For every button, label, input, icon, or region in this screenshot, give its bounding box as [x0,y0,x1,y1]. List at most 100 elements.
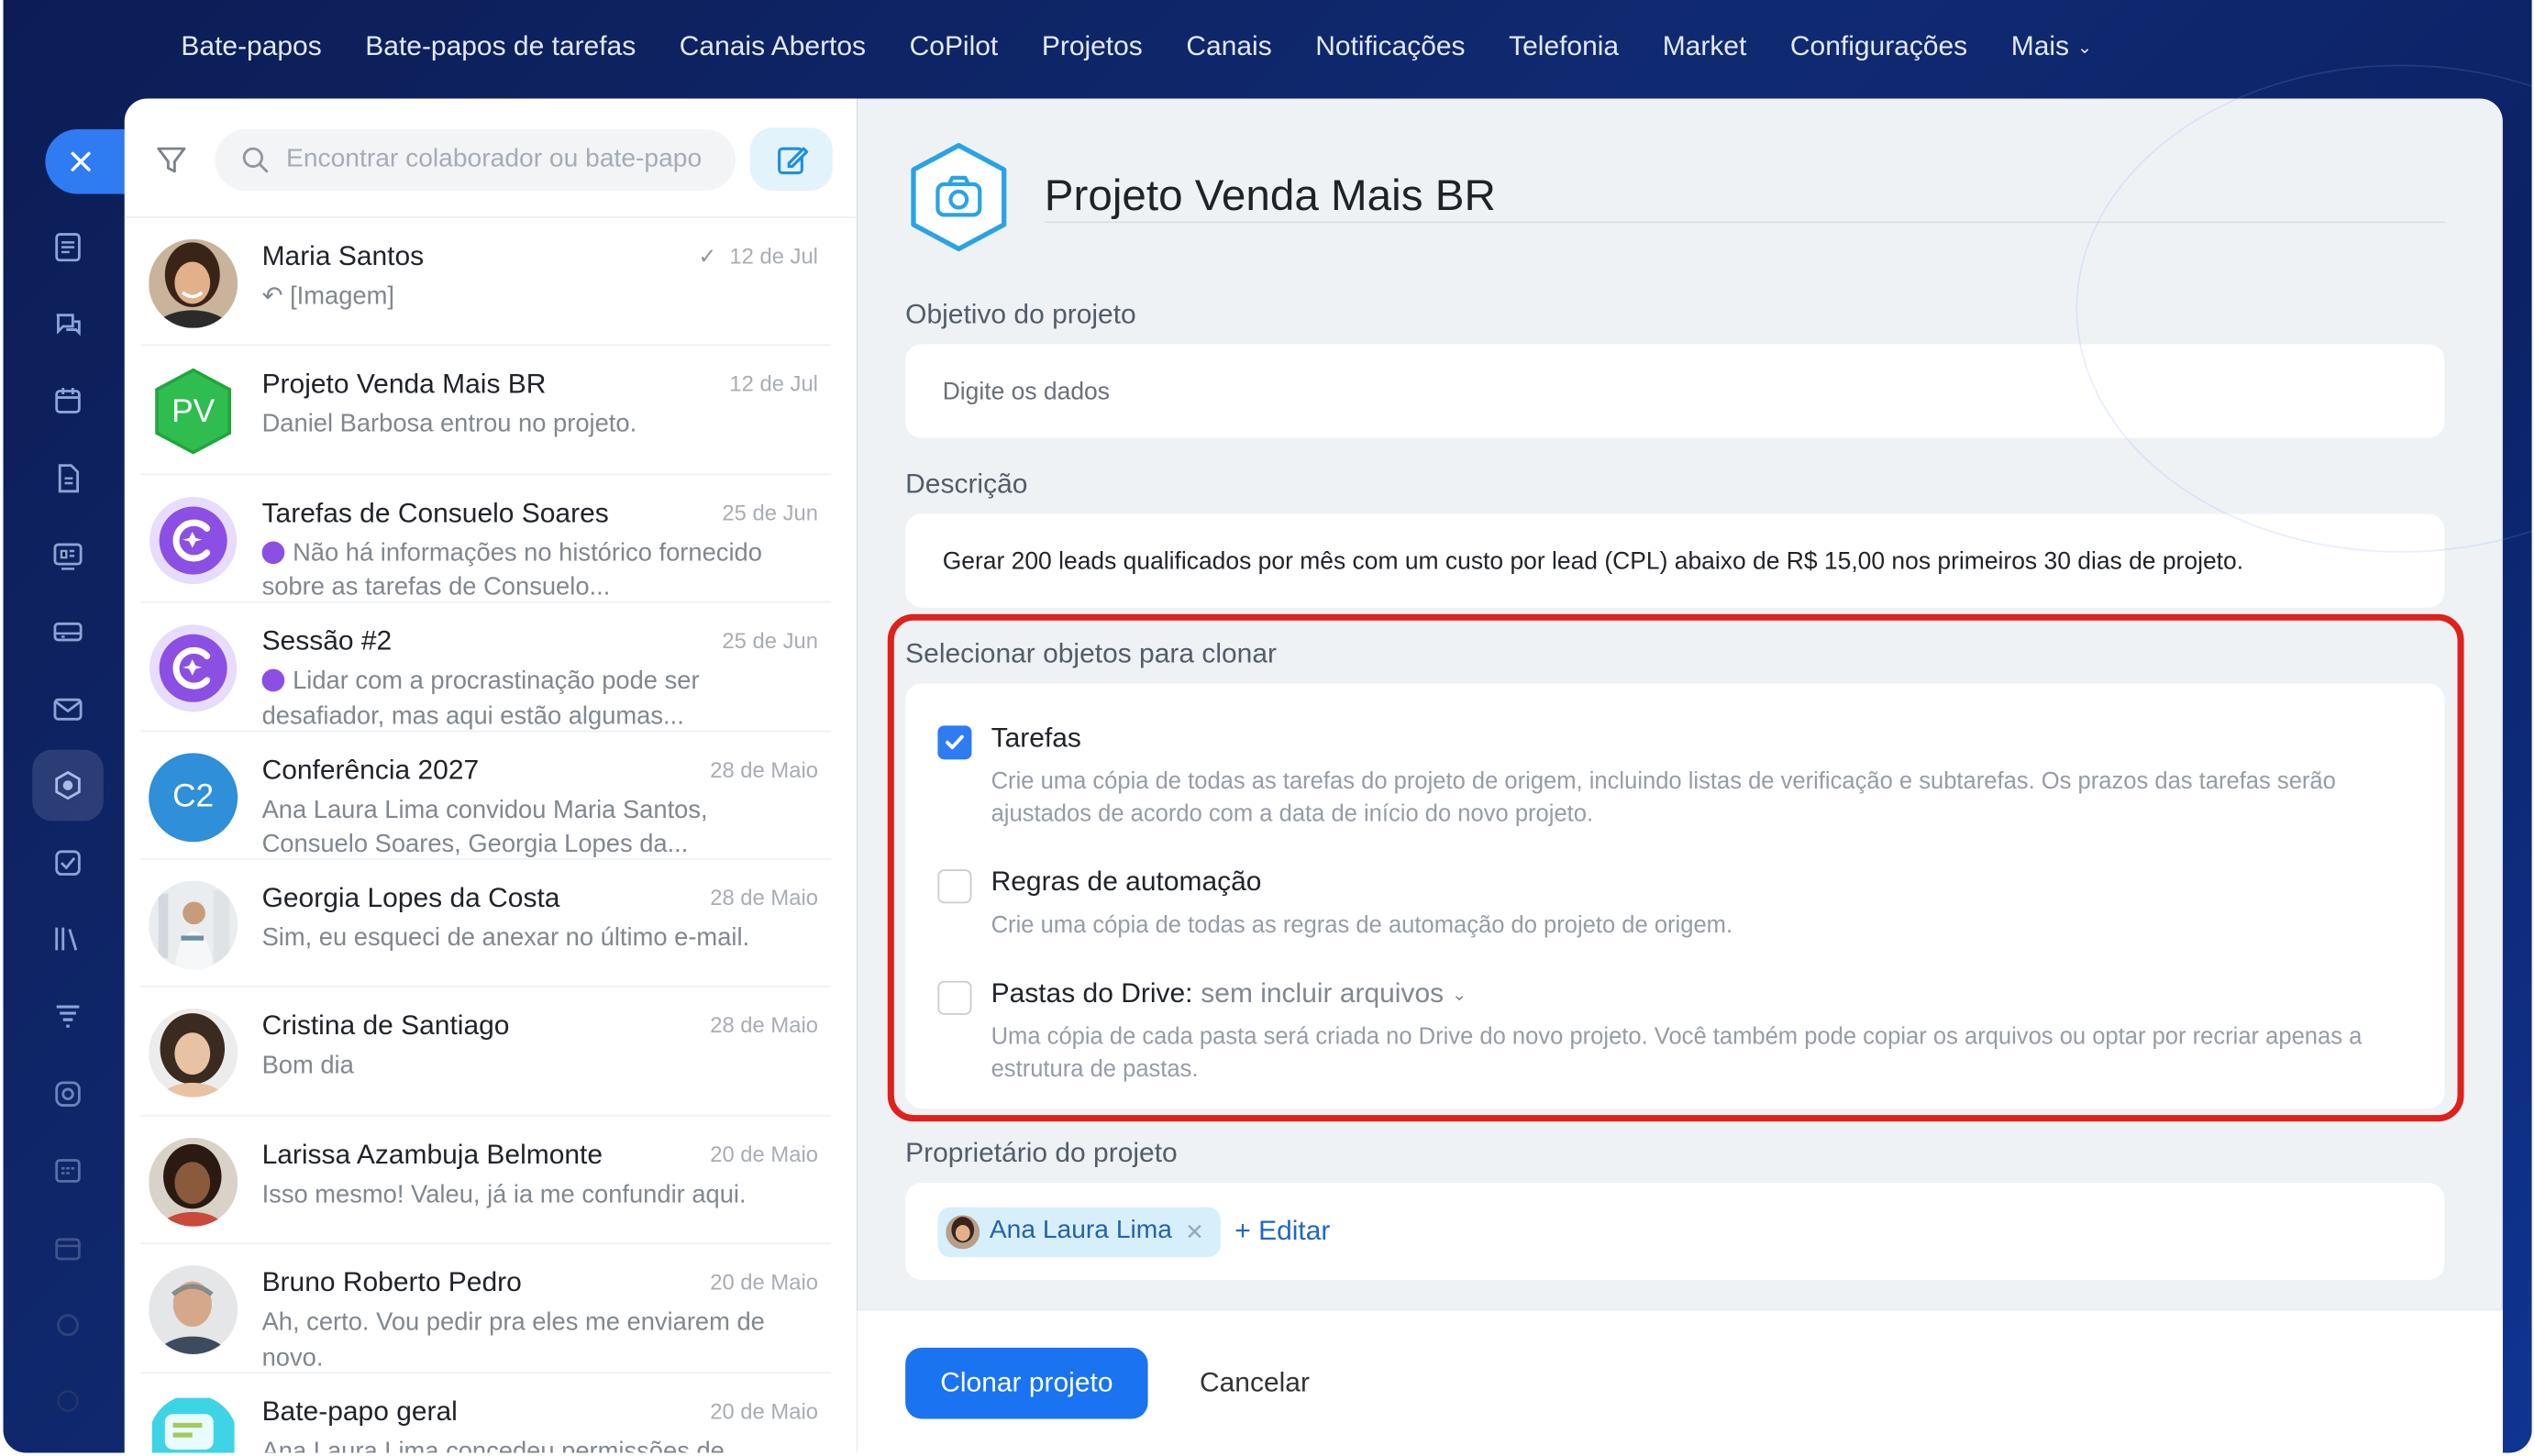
new-chat-button[interactable] [749,127,833,191]
chat-date: 20 de Maio [710,1398,818,1423]
drive-mode-dropdown[interactable]: sem incluir arquivos ⌄ [1201,977,1467,1008]
owner-chip[interactable]: Ana Laura Lima ✕ [937,1206,1221,1257]
chat-preview-text: Não há informações no histórico fornecid… [261,539,762,602]
cancel-button[interactable]: Cancelar [1180,1348,1329,1419]
chat-preview: Lidar com a procrastinação pode ser desa… [261,665,796,734]
crm-icon[interactable] [47,611,89,653]
chat-item-maria-santos[interactable]: Maria Santos ✓ 12 de Jul ↶ [Imagem] [125,218,858,347]
nav-copilot[interactable]: CoPilot [888,28,1020,66]
chat-item-bate-papo-geral[interactable]: Bate-papo geral 20 de Maio Ana Laura Lim… [125,1373,858,1453]
option-title[interactable]: Tarefas [991,722,1081,755]
chat-preview: Não há informações no histórico fornecid… [261,536,796,606]
settings-icon[interactable] [47,1304,89,1346]
chat-title: Conferência 2027 [261,754,480,785]
chat-date: 28 de Maio [710,1013,818,1039]
chat-date: 20 de Maio [710,1142,818,1167]
search-input[interactable] [286,145,723,175]
nav-configuracoes[interactable]: Configurações [1768,28,1989,66]
schedule-icon[interactable] [47,1149,89,1191]
nav-telefonia[interactable]: Telefonia [1487,28,1641,66]
document-icon[interactable] [47,458,89,500]
mail-icon[interactable] [47,689,89,731]
nav-mais[interactable]: Mais ⌄ [1989,28,2114,66]
copilot-icon [149,624,238,713]
top-navigation: Bate-papos Bate-papos de tarefas Canais … [181,28,2113,66]
app-window: Bate-papos Bate-papos de tarefas Canais … [3,0,2532,1453]
calendar-icon[interactable] [47,380,89,422]
chat-item-tarefas-consuelo[interactable]: Tarefas de Consuelo Soares 25 de Jun Não… [125,475,858,606]
chat-preview-text: [Imagem] [290,282,394,311]
chat-title: Tarefas de Consuelo Soares [261,497,609,528]
description-field[interactable]: Gerar 200 leads qualificados por mês com… [905,513,2445,608]
option-description: Uma cópia de cada pasta será criada no D… [991,1024,2363,1083]
remove-owner-icon[interactable]: ✕ [1185,1218,1204,1245]
chat-item-conferencia-2027[interactable]: C2 Conferência 2027 28 de Maio Ana Laura… [125,732,858,861]
option-title[interactable]: Pastas do Drive: sem incluir arquivos ⌄ [991,977,1467,1009]
chat-preview-text: Lidar com a procrastinação pode ser desa… [261,667,700,731]
nav-canais[interactable]: Canais [1165,28,1294,66]
nav-bate-papos-tarefas[interactable]: Bate-papos de tarefas [344,28,658,66]
nav-canais-abertos[interactable]: Canais Abertos [658,28,888,66]
avatar [149,238,238,328]
boards-icon[interactable] [47,535,89,577]
chat-item-cristina-santiago[interactable]: Cristina de Santiago 28 de Maio Bom dia [125,987,858,1118]
filter-icon[interactable] [153,142,189,178]
clone-project-button[interactable]: Clonar projeto [905,1347,1148,1419]
search-icon [242,147,269,173]
avatar [149,880,238,970]
chat-title: Georgia Lopes da Costa [261,882,560,913]
nav-bate-papos[interactable]: Bate-papos [181,28,343,66]
drive-checkbox[interactable] [937,980,972,1015]
groups-icon[interactable] [47,765,89,807]
option-title[interactable]: Regras de automação [991,866,1262,899]
reply-icon: ↶ [261,282,291,311]
objective-field[interactable] [905,344,2445,438]
chat-preview: Sim, eu esqueci de anexar no último e-ma… [261,924,750,953]
copilot-mini-icon [261,668,285,692]
chat-date: ✓ 12 de Jul [698,244,818,270]
clone-project-form: Projeto Venda Mais BR Objetivo do projet… [857,98,2503,1453]
tasks-icon[interactable] [47,842,89,884]
chat-item-georgia-lopes[interactable]: Georgia Lopes da Costa 28 de Maio Sim, e… [125,860,858,989]
nav-projetos[interactable]: Projetos [1020,28,1165,66]
avatar: PV [149,368,238,457]
edit-owner-link[interactable]: + Editar [1234,1215,1330,1247]
chat-date: 25 de Jun [722,628,818,654]
chat-title: Bate-papo geral [261,1395,458,1427]
description-label: Descrição [905,469,1028,500]
project-title[interactable]: Projeto Venda Mais BR [1045,171,1496,222]
objective-label: Objetivo do projeto [905,299,1136,330]
read-check-icon: ✓ [698,244,717,269]
nav-notificacoes[interactable]: Notificações [1293,28,1487,66]
chat-preview: ↶ [Imagem] [262,280,796,314]
option-description: Crie uma cópia de todas as regras de aut… [991,912,1733,940]
chat-preview: Ana Laura Lima convidou Maria Santos, Co… [261,796,708,858]
funnel-icon[interactable] [47,996,89,1038]
chat-title: Bruno Roberto Pedro [261,1267,522,1298]
chat-item-sessao-2[interactable]: Sessão #2 25 de Jun Lidar com a procrast… [125,603,858,734]
tarefas-checkbox[interactable] [937,725,972,760]
chat-item-bruno-pedro[interactable]: Bruno Roberto Pedro 20 de Maio Ah, certo… [125,1244,858,1373]
chat-item-larissa-belmonte[interactable]: Larissa Azambuja Belmonte 20 de Maio Iss… [125,1116,858,1246]
help-icon[interactable] [47,1380,89,1422]
store-icon[interactable] [47,1227,89,1269]
title-underline [1044,221,2445,224]
clone-objects-label: Selecionar objetos para clonar [905,638,1278,669]
copilot-mini-icon [261,541,285,564]
nav-market[interactable]: Market [1641,28,1768,66]
project-avatar-camera-icon[interactable] [902,140,1015,253]
general-chat-icon [149,1394,238,1453]
feed-icon[interactable] [47,226,89,269]
owner-label: Proprietário do projeto [905,1137,1178,1169]
chat-preview: Bom dia [261,1052,354,1080]
search-box[interactable] [215,129,736,191]
messenger-icon[interactable] [47,303,89,346]
chat-title: Projeto Venda Mais BR [261,369,547,401]
apps-icon[interactable] [47,1073,89,1115]
avatar [149,1009,238,1098]
automacao-checkbox[interactable] [937,869,972,904]
knowledge-icon[interactable] [47,918,89,960]
option-description: Crie uma cópia de todas as tarefas do pr… [991,768,2336,828]
objective-input[interactable] [942,377,2398,405]
chat-item-projeto-venda-mais[interactable]: PV Projeto Venda Mais BR 12 de Jul Danie… [125,347,858,476]
